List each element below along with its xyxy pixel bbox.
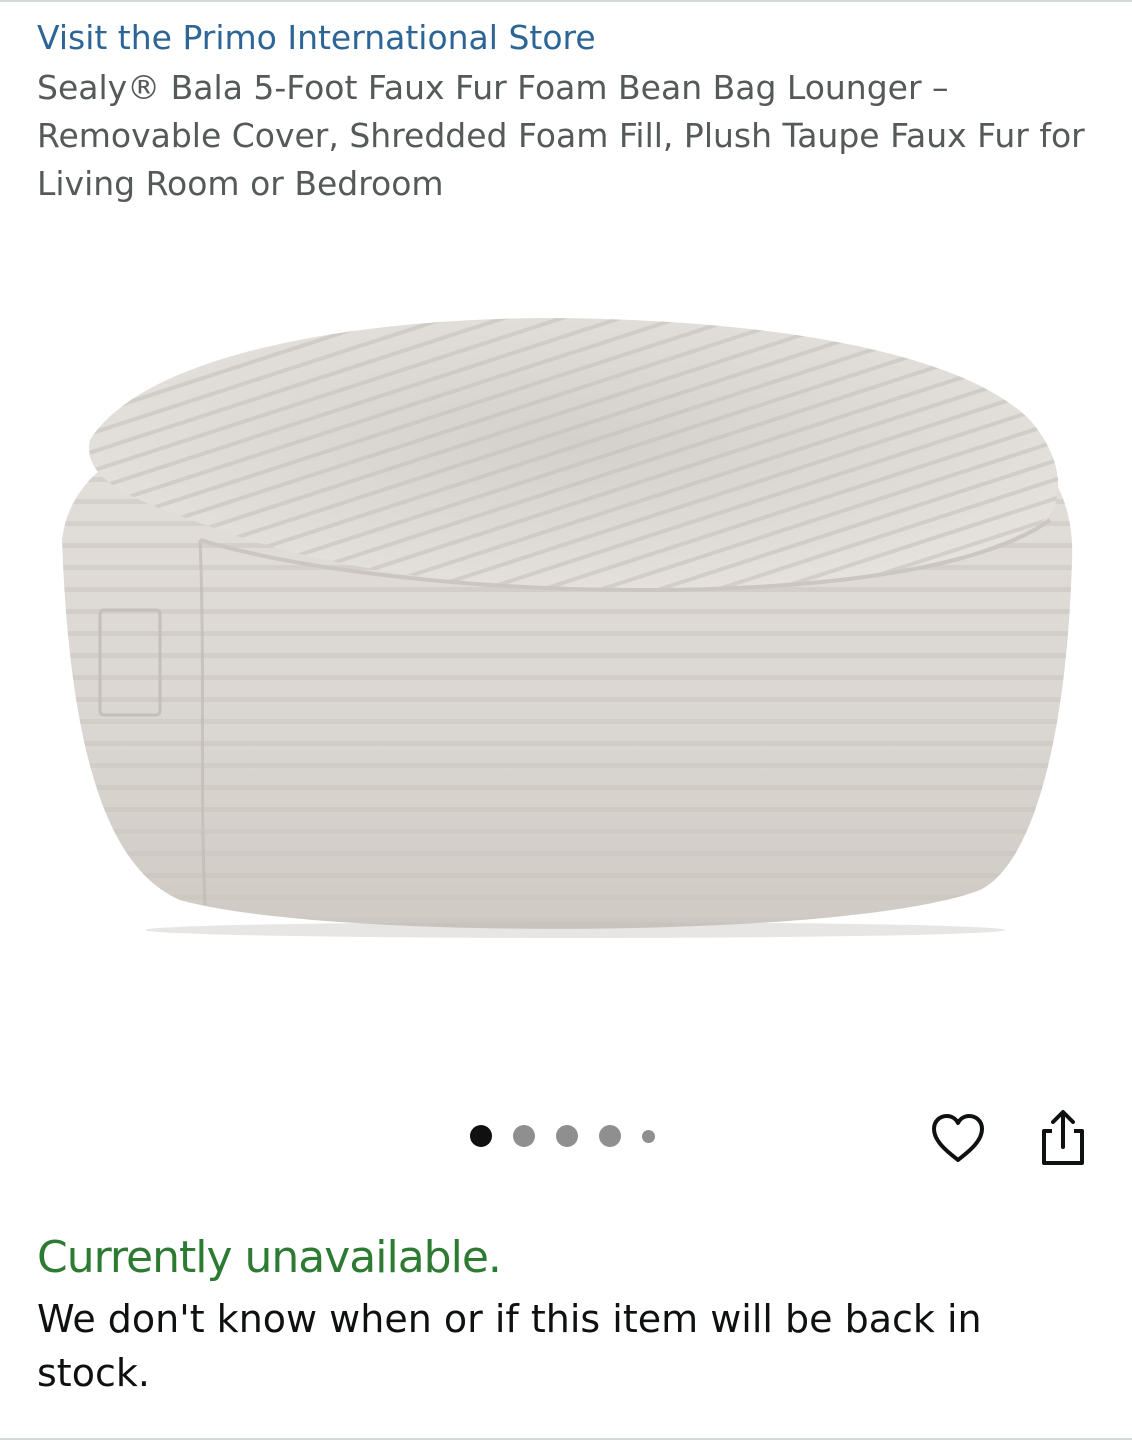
availability-note: We don't know when or if this item will … — [37, 1297, 982, 1395]
pagination-dot[interactable] — [556, 1125, 578, 1147]
pagination-dot[interactable] — [513, 1125, 535, 1147]
store-link[interactable]: Visit the Primo International Store — [37, 18, 596, 57]
heart-icon — [932, 1114, 984, 1162]
bean-bag-image — [62, 318, 1073, 938]
product-title: Sealy® Bala 5-Foot Faux Fur Foam Bean Ba… — [37, 68, 1085, 203]
pagination-dot[interactable] — [599, 1125, 621, 1147]
share-icon — [1042, 1110, 1084, 1165]
product-image[interactable] — [0, 240, 1132, 1080]
wishlist-button[interactable] — [928, 1108, 988, 1168]
share-button[interactable] — [1034, 1106, 1092, 1168]
pagination-dot[interactable] — [642, 1129, 655, 1143]
pagination-dot[interactable] — [470, 1125, 492, 1147]
image-pagination[interactable] — [470, 1124, 676, 1148]
top-divider — [0, 0, 1132, 2]
availability-status: Currently unavailable. — [37, 1232, 502, 1283]
